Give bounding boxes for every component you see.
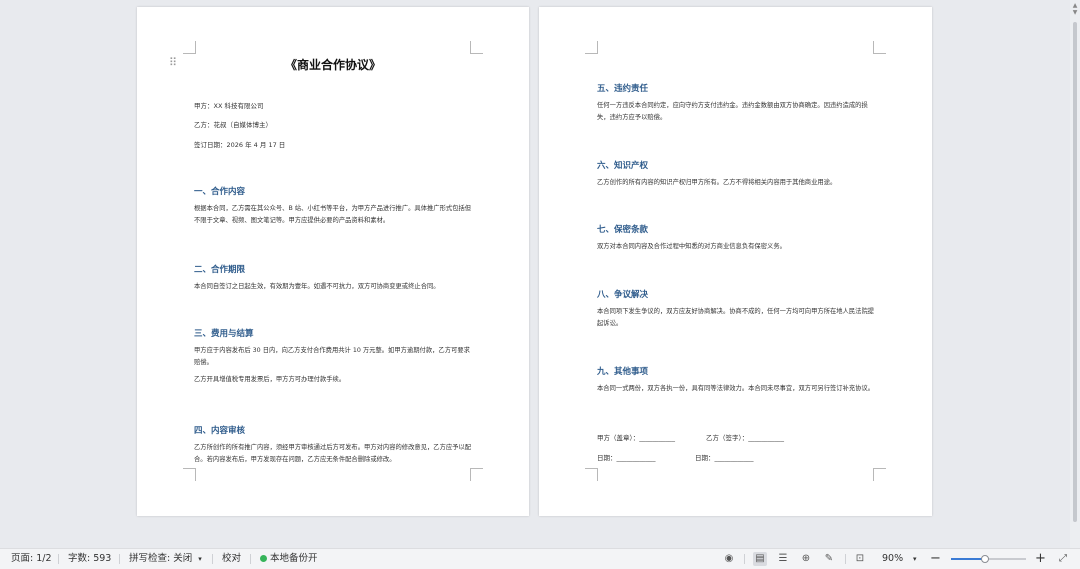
scroll-down-arrow-icon[interactable]: ▼ xyxy=(1071,9,1079,16)
section-heading: 八、争议解决 xyxy=(597,290,649,300)
zoom-dropdown-chevron-icon[interactable]: ▾ xyxy=(913,549,917,569)
section-content-review: 四、内容审核 乙方所创作的所有推广内容，须经甲方审核通过后方可发布。甲方对内容的… xyxy=(194,424,474,471)
proofread-button[interactable]: 校对 xyxy=(222,549,241,569)
section-heading: 六、知识产权 xyxy=(597,161,649,171)
outline-view-icon[interactable]: ☰ xyxy=(776,552,790,566)
section-intellectual-property: 六、知识产权 乙方创作的所有内容的知识产权归甲方所有。乙方不得将相关内容用于其他… xyxy=(597,159,879,195)
page-view-icon[interactable]: ▤ xyxy=(753,552,767,566)
section-heading: 二、合作期限 xyxy=(194,265,246,275)
section-fees-settlement: 三、费用与结算 甲方应于内容发布后 30 日内，向乙方支付合作费用共计 10 万… xyxy=(194,327,474,392)
zoom-slider-fill xyxy=(951,558,985,560)
document-title: 《商业合作协议》 xyxy=(284,58,381,72)
section-confidentiality: 七、保密条款 双方对本合同内容及合作过程中知悉的对方商业信息负有保密义务。 xyxy=(597,223,879,259)
party-a-date-line: 日期：____________ xyxy=(597,454,656,462)
section-heading: 七、保密条款 xyxy=(597,225,649,235)
section-paragraph: 根据本合同，乙方需在其公众号、B 站、小红书等平台，为甲方产品进行推广。具体推广… xyxy=(194,205,472,224)
fullscreen-icon[interactable]: ⤢ xyxy=(1056,552,1070,566)
divider xyxy=(845,554,846,564)
margin-corner-mark xyxy=(873,468,886,481)
divider xyxy=(58,554,59,564)
section-paragraph: 乙方开具增值税专用发票后，甲方方可办理付款手续。 xyxy=(194,376,346,384)
section-heading: 五、违约责任 xyxy=(597,84,649,94)
section-paragraph: 本合同一式两份，双方各执一份，具有同等法律效力。本合同未尽事宜，双方可另行签订补… xyxy=(597,385,875,392)
spell-check-toggle[interactable]: 拼写检查: 关闭 ▾ xyxy=(129,549,202,569)
divider xyxy=(119,554,120,564)
backup-status-icon xyxy=(260,555,267,562)
section-breach-liability: 五、违约责任 任何一方违反本合同约定，应向守约方支付违约金。违约金数额由双方协商… xyxy=(597,82,879,129)
section-paragraph: 乙方所创作的所有推广内容，须经甲方审核通过后方可发布。甲方对内容的修改意见，乙方… xyxy=(194,444,472,463)
web-view-icon[interactable]: ⊕ xyxy=(799,552,813,566)
party-b-date-line: 日期：____________ xyxy=(695,454,754,462)
word-count[interactable]: 字数: 593 xyxy=(68,549,111,569)
section-paragraph: 本合同自签订之日起生效，有效期为壹年。如遇不可抗力，双方可协商变更或终止合同。 xyxy=(194,283,440,290)
status-bar: 页面: 1/2 字数: 593 拼写检查: 关闭 ▾ 校对 本地备份开 ◉ ▤ … xyxy=(0,548,1080,569)
section-heading: 一、合作内容 xyxy=(194,187,246,197)
document-page-2[interactable]: 五、违约责任 任何一方违反本合同约定，应向守约方支付违约金。违约金数额由双方协商… xyxy=(539,7,932,516)
chevron-down-icon: ▾ xyxy=(198,555,202,563)
sign-date-line: 签订日期：2026 年 4 月 17 日 xyxy=(194,141,286,149)
section-paragraph: 任何一方违反本合同约定，应向守约方支付违约金。违约金数额由双方协商确定。因违约造… xyxy=(597,102,868,121)
zoom-out-button[interactable]: − xyxy=(930,549,941,569)
eye-icon[interactable]: ◉ xyxy=(722,552,736,566)
fit-page-icon[interactable]: ⊡ xyxy=(853,552,867,566)
document-page-1[interactable]: ⠿ 《商业合作协议》 甲方：XX 科技有限公司 乙方：花叔（自媒体博主） 签订日… xyxy=(137,7,529,516)
spell-check-label: 拼写检查: 关闭 xyxy=(129,553,193,564)
margin-corner-mark xyxy=(183,41,196,54)
divider xyxy=(744,554,745,564)
section-heading: 三、费用与结算 xyxy=(194,329,254,339)
scroll-up-arrow-icon[interactable]: ▲ xyxy=(1071,2,1079,9)
section-cooperation-content: 一、合作内容 根据本合同，乙方需在其公众号、B 站、小红书等平台，为甲方产品进行… xyxy=(194,185,474,232)
document-workspace[interactable]: ⠿ 《商业合作协议》 甲方：XX 科技有限公司 乙方：花叔（自媒体博主） 签订日… xyxy=(0,0,1070,549)
zoom-slider[interactable] xyxy=(951,555,1026,563)
section-paragraph: 甲方应于内容发布后 30 日内，向乙方支付合作费用共计 10 万元整。如甲方逾期… xyxy=(194,347,470,366)
margin-corner-mark xyxy=(470,41,483,54)
section-heading: 四、内容审核 xyxy=(194,426,246,436)
divider xyxy=(212,554,213,564)
pen-icon[interactable]: ✎ xyxy=(822,552,836,566)
party-b-sign-line: 乙方（签字）：___________ xyxy=(706,434,784,442)
party-b-line: 乙方：花叔（自媒体博主） xyxy=(194,121,272,129)
vertical-scrollbar[interactable]: ▲ ▼ xyxy=(1070,0,1080,549)
margin-corner-mark xyxy=(585,41,598,54)
party-a-seal-line: 甲方（盖章）：___________ xyxy=(597,434,675,442)
backup-status-label: 本地备份开 xyxy=(270,553,318,564)
zoom-in-button[interactable]: + xyxy=(1035,549,1046,569)
scrollbar-thumb[interactable] xyxy=(1073,22,1077,522)
section-paragraph: 本合同项下发生争议的，双方应友好协商解决。协商不成的，任何一方均可向甲方所在地人… xyxy=(597,308,875,327)
zoom-slider-handle[interactable] xyxy=(980,555,989,563)
local-backup-status[interactable]: 本地备份开 xyxy=(260,549,318,569)
zoom-level[interactable]: 90% xyxy=(882,549,903,569)
section-other-matters: 九、其他事项 本合同一式两份，双方各执一份，具有同等法律效力。本合同未尽事宜，双… xyxy=(597,365,879,401)
section-cooperation-period: 二、合作期限 本合同自签订之日起生效，有效期为壹年。如遇不可抗力，双方可协商变更… xyxy=(194,263,474,299)
section-paragraph: 乙方创作的所有内容的知识产权归甲方所有。乙方不得将相关内容用于其他商业用途。 xyxy=(597,179,837,186)
margin-corner-mark xyxy=(585,468,598,481)
section-dispute-resolution: 八、争议解决 本合同项下发生争议的，双方应友好协商解决。协商不成的，任何一方均可… xyxy=(597,288,879,335)
page-indicator[interactable]: 页面: 1/2 xyxy=(11,549,52,569)
section-paragraph: 双方对本合同内容及合作过程中知悉的对方商业信息负有保密义务。 xyxy=(597,243,786,250)
divider xyxy=(250,554,251,564)
margin-corner-mark xyxy=(873,41,886,54)
party-a-line: 甲方：XX 科技有限公司 xyxy=(194,102,264,110)
section-heading: 九、其他事项 xyxy=(597,367,649,377)
